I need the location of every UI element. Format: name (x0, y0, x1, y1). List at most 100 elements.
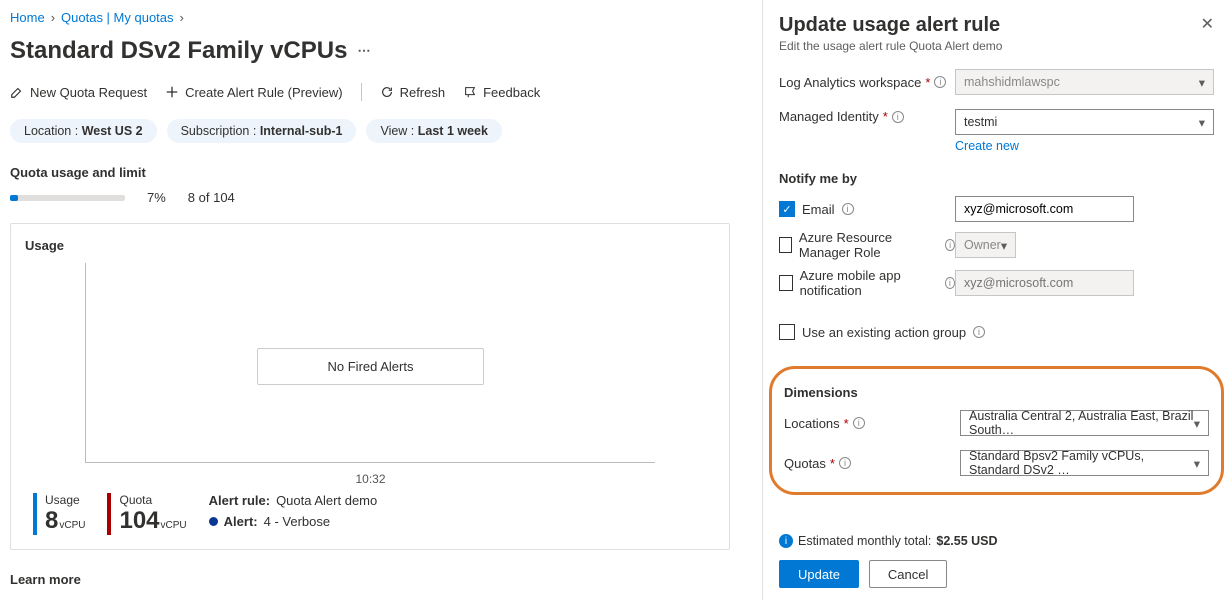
filter-location-key: Location : (24, 124, 82, 138)
log-analytics-select[interactable]: mahshidmlawspc ▾ (955, 69, 1214, 95)
legend-quota: Quota 104vCPU (107, 493, 186, 535)
info-icon[interactable]: i (853, 417, 865, 429)
feedback-label: Feedback (483, 85, 540, 100)
toolbar-divider (361, 83, 362, 101)
alert-dot-icon (209, 517, 218, 526)
pencil-icon (10, 85, 24, 99)
new-quota-request-label: New Quota Request (30, 85, 147, 100)
alert-rule-val: Quota Alert demo (276, 493, 377, 508)
update-button[interactable]: Update (779, 560, 859, 588)
info-icon[interactable]: i (892, 111, 904, 123)
estimated-cost: i Estimated monthly total: $2.55 USD (779, 534, 1214, 548)
dimensions-section: Dimensions Locations*i Australia Central… (769, 366, 1224, 495)
cancel-button[interactable]: Cancel (869, 560, 947, 588)
create-new-link[interactable]: Create new (955, 139, 1214, 153)
close-icon[interactable]: ✕ (1201, 14, 1214, 34)
email-checkbox-label: Email (802, 202, 835, 217)
chevron-right-icon: › (51, 10, 55, 25)
refresh-button[interactable]: Refresh (380, 85, 446, 100)
legend-quota-label: Quota (119, 493, 186, 507)
no-alerts-banner: No Fired Alerts (257, 348, 485, 385)
chevron-right-icon: › (180, 10, 184, 25)
filter-subscription-val: Internal-sub-1 (260, 124, 343, 138)
alert-level-line: Alert: 4 - Verbose (209, 514, 378, 529)
legend-unit: vCPU (161, 520, 187, 531)
quotas-value: Standard Bpsv2 Family vCPUs, Standard DS… (969, 449, 1194, 477)
legend-usage-label: Usage (45, 493, 85, 507)
chart-tick-label: 10:32 (355, 472, 385, 486)
panel-subtitle: Edit the usage alert rule Quota Alert de… (779, 39, 1002, 53)
create-alert-rule-button[interactable]: Create Alert Rule (Preview) (165, 85, 343, 100)
alert-rule-key: Alert rule: (209, 493, 270, 508)
info-icon[interactable]: i (945, 277, 955, 289)
legend-usage-value: 8 (45, 507, 58, 535)
locations-value: Australia Central 2, Australia East, Bra… (969, 409, 1194, 437)
managed-identity-value: testmi (964, 115, 997, 129)
filter-view-key: View : (380, 124, 417, 138)
arm-role-checkbox-label: Azure Resource Manager Role (799, 230, 938, 260)
info-icon[interactable]: i (934, 76, 946, 88)
arm-role-placeholder: Owner (964, 238, 1001, 252)
breadcrumb-home[interactable]: Home (10, 10, 45, 25)
chevron-down-icon: ▾ (1001, 238, 1007, 253)
arm-role-select[interactable]: Owner ▾ (955, 232, 1016, 258)
info-icon[interactable]: i (842, 203, 854, 215)
info-icon[interactable]: i (945, 239, 955, 251)
update-alert-panel: Update usage alert rule Edit the usage a… (762, 0, 1230, 600)
usage-card: Usage No Fired Alerts 10:32 Usage 8vCPU … (10, 223, 730, 550)
filter-subscription[interactable]: Subscription : Internal-sub-1 (167, 119, 357, 143)
legend-usage: Usage 8vCPU (33, 493, 85, 535)
filter-subscription-key: Subscription : (181, 124, 260, 138)
info-icon[interactable]: i (973, 326, 985, 338)
quotas-label: Quotas*i (784, 456, 960, 471)
chevron-down-icon: ▾ (1194, 416, 1200, 431)
breadcrumb: Home › Quotas | My quotas › (10, 10, 730, 25)
mobile-app-checkbox[interactable] (779, 275, 793, 291)
existing-action-group-label: Use an existing action group (802, 325, 966, 340)
mobile-app-checkbox-label: Azure mobile app notification (800, 268, 938, 298)
quota-percent: 7% (147, 190, 166, 205)
alert-rule-line: Alert rule: Quota Alert demo (209, 493, 378, 508)
breadcrumb-quotas[interactable]: Quotas | My quotas (61, 10, 174, 25)
email-checkbox[interactable]: ✓ (779, 201, 795, 217)
log-analytics-label: Log Analytics workspace*i (779, 75, 955, 90)
more-icon[interactable]: ⋯ (357, 43, 372, 59)
email-input[interactable] (955, 196, 1134, 222)
log-analytics-value: mahshidmlawspc (964, 75, 1060, 89)
arm-role-checkbox[interactable] (779, 237, 792, 253)
existing-action-group-checkbox[interactable] (779, 324, 795, 340)
legend-unit: vCPU (59, 520, 85, 531)
alert-level-val: 4 - Verbose (264, 514, 331, 529)
filter-view-val: Last 1 week (418, 124, 488, 138)
legend-quota-value: 104 (119, 507, 159, 535)
quota-ratio: 8 of 104 (188, 190, 235, 205)
info-blue-icon: i (779, 534, 793, 548)
new-quota-request-button[interactable]: New Quota Request (10, 85, 147, 100)
create-alert-rule-label: Create Alert Rule (Preview) (185, 85, 343, 100)
managed-identity-select[interactable]: testmi ▾ (955, 109, 1214, 135)
usage-card-title: Usage (25, 238, 715, 253)
estimated-cost-label: Estimated monthly total: (798, 534, 931, 548)
managed-identity-label: Managed Identity*i (779, 109, 955, 124)
info-icon[interactable]: i (839, 457, 851, 469)
notify-heading: Notify me by (779, 171, 1214, 186)
filter-location[interactable]: Location : West US 2 (10, 119, 157, 143)
filter-location-val: West US 2 (82, 124, 143, 138)
feedback-icon (463, 85, 477, 99)
chevron-down-icon: ▾ (1194, 456, 1200, 471)
refresh-label: Refresh (400, 85, 446, 100)
quotas-select[interactable]: Standard Bpsv2 Family vCPUs, Standard DS… (960, 450, 1209, 476)
learn-more-heading: Learn more (10, 572, 730, 587)
plus-icon (165, 85, 179, 99)
locations-select[interactable]: Australia Central 2, Australia East, Bra… (960, 410, 1209, 436)
quota-progress-bar (10, 195, 125, 201)
refresh-icon (380, 85, 394, 99)
dimensions-heading: Dimensions (784, 385, 1209, 400)
page-title: Standard DSv2 Family vCPUs (10, 37, 347, 65)
feedback-button[interactable]: Feedback (463, 85, 540, 100)
panel-title: Update usage alert rule (779, 14, 1002, 37)
filter-view[interactable]: View : Last 1 week (366, 119, 501, 143)
usage-chart: No Fired Alerts 10:32 (85, 263, 655, 463)
mobile-app-input (955, 270, 1134, 296)
alert-level-key: Alert: (224, 514, 258, 529)
